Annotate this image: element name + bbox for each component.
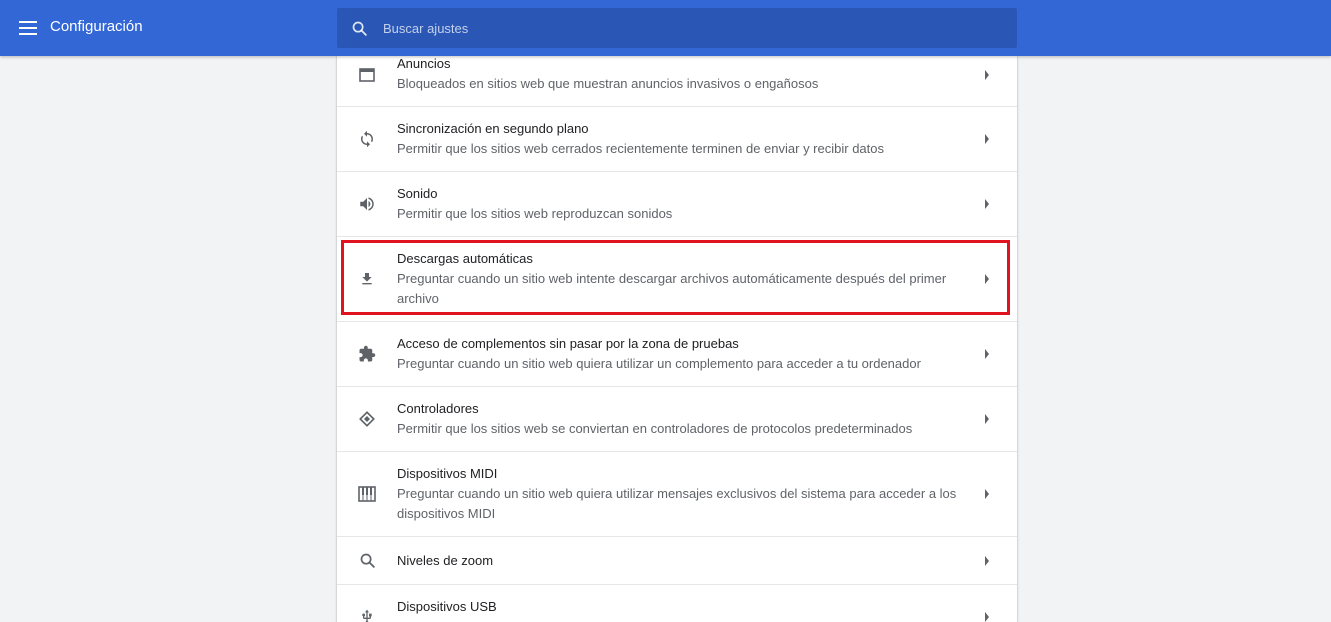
search-input[interactable] — [381, 8, 1017, 48]
search-icon[interactable] — [337, 8, 381, 48]
setting-title: Sincronización en segundo plano — [397, 121, 589, 136]
piano-icon — [357, 484, 377, 504]
setting-description: Permitir que los sitios web reproduzcan … — [397, 206, 673, 221]
setting-row-sincronizacion[interactable]: Sincronización en segundo plano Permitir… — [337, 107, 1017, 172]
setting-description: Bloqueados en sitios web que muestran an… — [397, 76, 819, 91]
arrow-right-icon[interactable] — [981, 133, 993, 145]
arrow-right-icon[interactable] — [981, 273, 993, 285]
setting-title: Sonido — [397, 186, 438, 201]
setting-title: Niveles de zoom — [397, 553, 494, 568]
arrow-right-icon[interactable] — [981, 198, 993, 210]
setting-description: Preguntar cuando un sitio web quiera uti… — [397, 486, 957, 521]
setting-title: Descargas automáticas — [397, 251, 533, 266]
zoom-icon — [357, 551, 377, 571]
arrow-right-icon[interactable] — [981, 555, 993, 567]
setting-description: Permitir que los sitios web cerrados rec… — [397, 141, 884, 156]
volume-icon — [357, 194, 377, 214]
setting-row-niveles-de-zoom[interactable]: Niveles de zoom — [337, 537, 1017, 585]
sync-icon — [357, 129, 377, 149]
setting-title: Anuncios — [397, 56, 451, 71]
arrow-right-icon[interactable] — [981, 413, 993, 425]
setting-row-complementos[interactable]: Acceso de complementos sin pasar por la … — [337, 322, 1017, 387]
settings-card: Anuncios Bloqueados en sitios web que mu… — [337, 56, 1017, 622]
setting-row-dispositivos-midi[interactable]: Dispositivos MIDI Preguntar cuando un si… — [337, 452, 1017, 537]
arrow-right-icon[interactable] — [981, 69, 993, 81]
page-title: Configuración — [50, 18, 143, 35]
arrow-right-icon[interactable] — [981, 488, 993, 500]
setting-row-anuncios[interactable]: Anuncios Bloqueados en sitios web que mu… — [337, 56, 1017, 107]
handler-diamond-icon — [357, 409, 377, 429]
hamburger-menu-icon[interactable] — [14, 14, 42, 42]
setting-row-dispositivos-usb[interactable]: Dispositivos USB — [337, 585, 1017, 622]
usb-icon — [357, 607, 377, 622]
setting-title: Controladores — [397, 401, 479, 416]
ads-window-icon — [357, 65, 377, 85]
setting-row-descargas-automaticas[interactable]: Descargas automáticas Preguntar cuando u… — [337, 237, 1017, 322]
setting-title: Dispositivos USB — [397, 599, 497, 614]
arrow-right-icon[interactable] — [981, 611, 993, 622]
arrow-right-icon[interactable] — [981, 348, 993, 360]
setting-description: Preguntar cuando un sitio web quiera uti… — [397, 356, 921, 371]
puzzle-icon — [357, 344, 377, 364]
setting-description: Permitir que los sitios web se convierta… — [397, 421, 913, 436]
setting-description: Preguntar cuando un sitio web intente de… — [397, 271, 947, 306]
download-icon — [357, 269, 377, 289]
setting-row-controladores[interactable]: Controladores Permitir que los sitios we… — [337, 387, 1017, 452]
setting-title: Dispositivos MIDI — [397, 466, 498, 481]
top-app-bar: Configuración — [0, 0, 1331, 56]
setting-title: Acceso de complementos sin pasar por la … — [397, 336, 739, 351]
search-box[interactable] — [337, 8, 1017, 48]
setting-row-sonido[interactable]: Sonido Permitir que los sitios web repro… — [337, 172, 1017, 237]
